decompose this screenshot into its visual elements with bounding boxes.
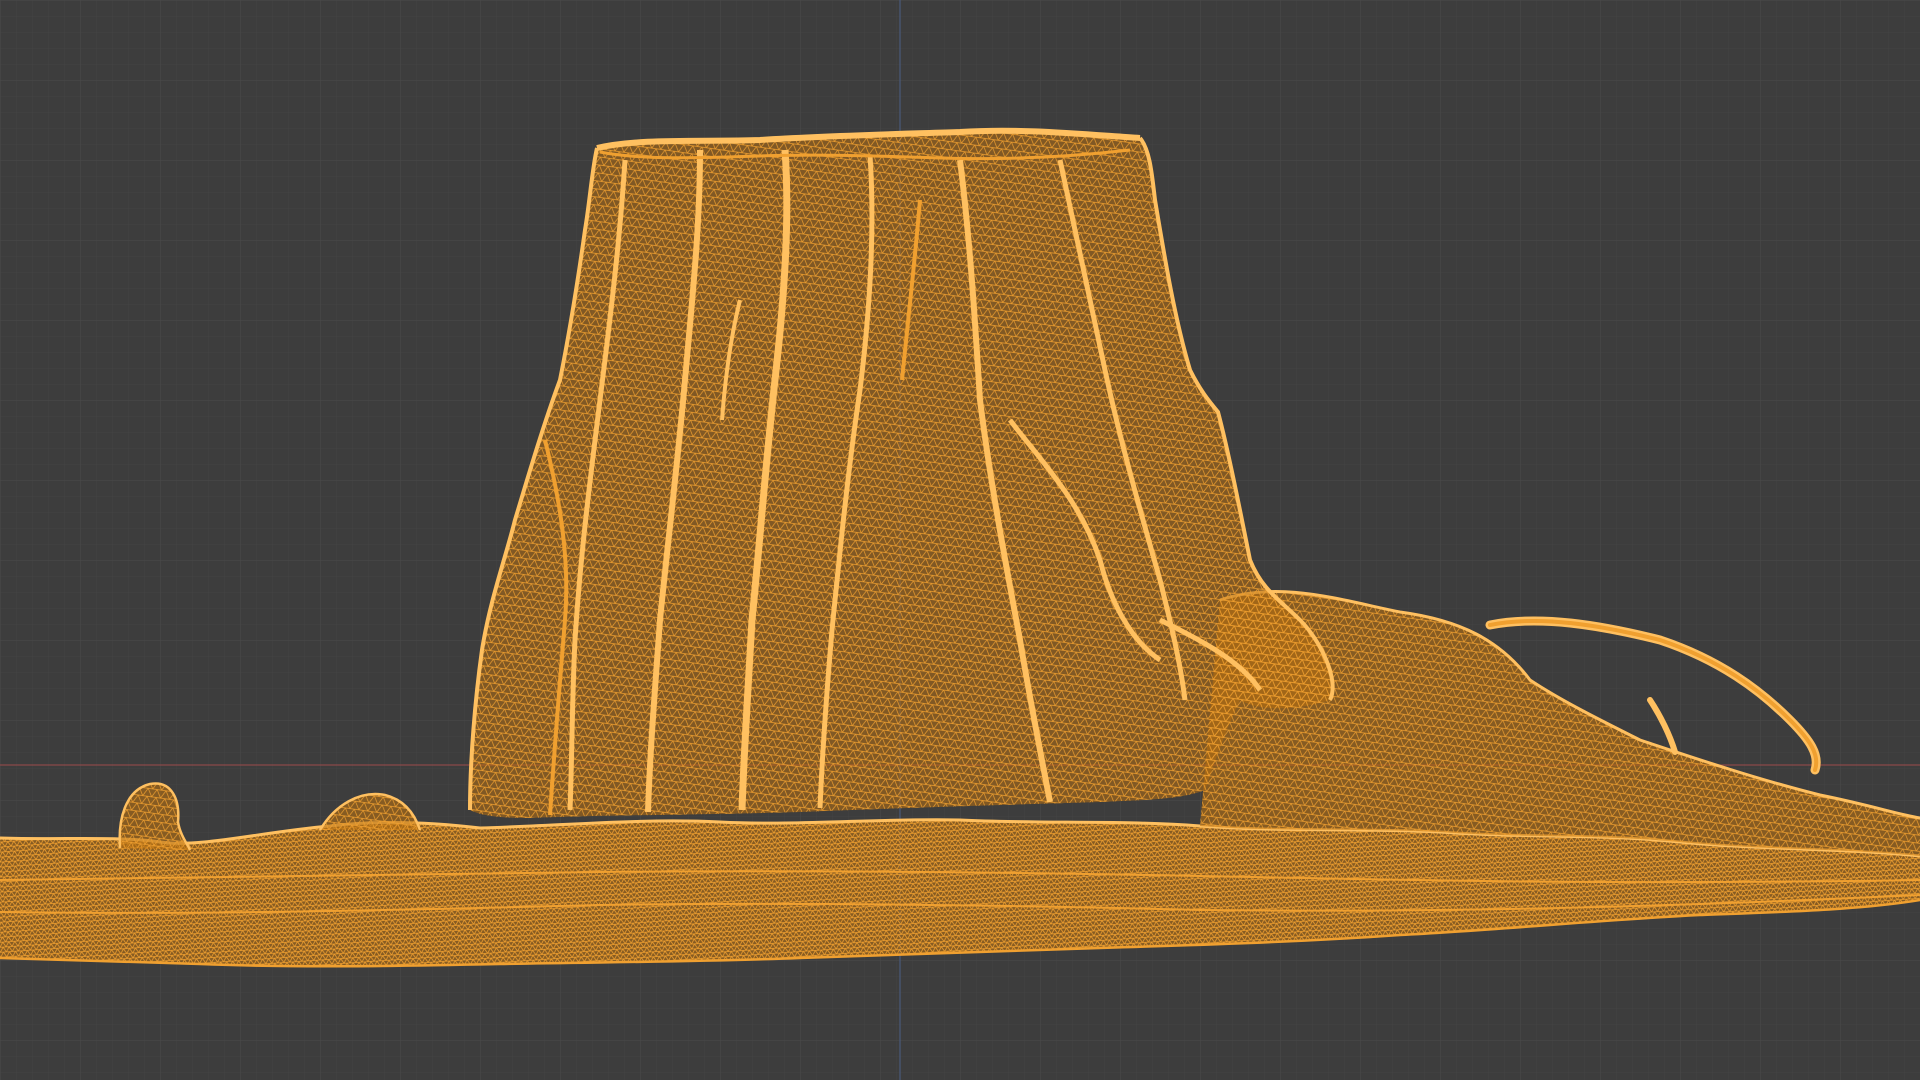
3d-viewport[interactable] <box>0 0 1920 1080</box>
viewport-canvas[interactable] <box>0 0 1920 1080</box>
